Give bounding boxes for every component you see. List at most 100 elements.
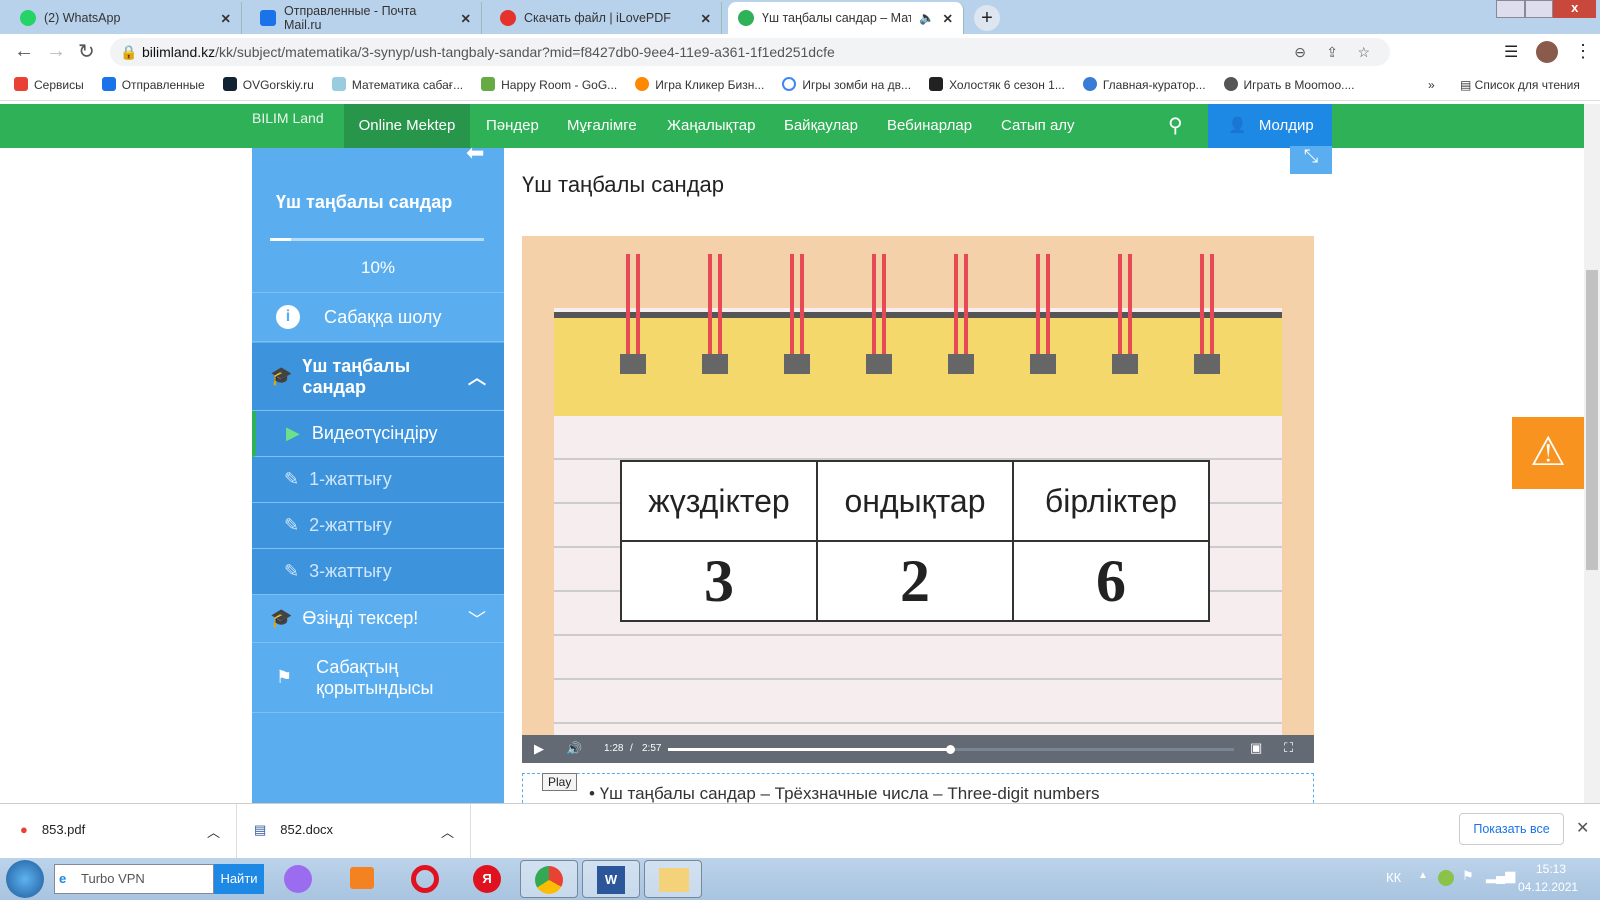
tray-app-icon[interactable] (1438, 870, 1454, 886)
close-icon[interactable]: ✕ (461, 11, 471, 26)
yandex-icon[interactable]: Я (458, 860, 516, 898)
sidebar-item-exercise-3[interactable]: ✎ 3-жаттығу (252, 549, 504, 595)
sidebar-item-exercise-2[interactable]: ✎ 2-жаттығу (252, 503, 504, 549)
clock-time[interactable]: 15:13 (1536, 862, 1566, 876)
network-icon[interactable]: ▂▄▆ (1486, 868, 1515, 884)
app-icon[interactable] (272, 860, 330, 898)
avatar[interactable] (1536, 40, 1558, 63)
language-indicator[interactable]: КК (1386, 870, 1401, 885)
nav-subjects[interactable]: Пәндер (486, 104, 539, 148)
bookmark[interactable]: Сервисы (14, 77, 84, 92)
close-window-button[interactable]: x (1553, 0, 1597, 18)
sidebar-item-summary[interactable]: ⚑ Сабақтың қорытындысы (252, 643, 504, 713)
url-input[interactable]: 🔒 bilimland.kz/kk/subject/matematika/3-sy… (110, 38, 1390, 66)
sidebar-item-self-check[interactable]: 🎓 Өзіңді тексер! ﹀ (252, 595, 504, 643)
new-tab-button[interactable]: + (974, 5, 1000, 31)
seek-bar[interactable] (668, 745, 1234, 754)
tab-bilimland[interactable]: Үш таңбалы сандар – Матем🔈✕ (728, 2, 964, 34)
graduation-cap-icon: 🎓 (270, 608, 293, 628)
back-icon[interactable]: ← (14, 40, 34, 63)
minimize-button[interactable] (1496, 0, 1525, 18)
bookmark[interactable]: Главная-куратор... (1082, 77, 1206, 92)
bookmark[interactable]: Холостяк 6 сезон 1... (929, 77, 1065, 92)
bookmark[interactable]: OVGorskiy.ru (222, 77, 314, 92)
search-button[interactable]: Найти (214, 864, 264, 894)
tab-ilovepdf[interactable]: Скачать файл | iLovePDF ✕ (490, 2, 722, 34)
nav-online-mektep[interactable]: Online Mektep (344, 104, 470, 148)
tab-mail[interactable]: Отправленные - Почта Mail.ru ✕ (250, 2, 482, 34)
seek-handle[interactable] (946, 745, 955, 754)
close-icon[interactable]: ✕ (1576, 818, 1589, 838)
site-icon (481, 77, 496, 91)
word-icon[interactable]: W (582, 860, 640, 898)
download-item[interactable]: ● 853.pdf ︿ (20, 822, 220, 841)
ring-clip (784, 354, 810, 374)
chevron-up-icon[interactable]: ︿ (441, 822, 454, 841)
start-button[interactable] (6, 860, 44, 898)
more-bookmarks-icon[interactable]: » (1428, 78, 1435, 92)
zoom-icon[interactable]: ⊖ (1294, 44, 1306, 61)
restore-button[interactable] (1524, 0, 1554, 18)
bookmark[interactable]: Играть в Moomoo.... (1223, 77, 1354, 92)
share-icon[interactable]: ⇪ (1326, 44, 1338, 61)
scrollbar[interactable] (1584, 104, 1600, 803)
menu-icon[interactable]: ⋮ (1574, 41, 1592, 62)
warning-icon[interactable]: ⚠ (1512, 417, 1584, 489)
logo[interactable]: BILIM Land (252, 110, 324, 142)
fullscreen-icon[interactable]: ⛶ (1284, 740, 1293, 756)
reading-list-button[interactable]: ▤ Список для чтения (1460, 78, 1580, 92)
sidebar-item-overview[interactable]: i Сабаққа шолу (252, 292, 504, 342)
reading-list-icon[interactable]: ☰ (1504, 42, 1518, 62)
play-button[interactable]: ▶ (534, 741, 544, 757)
show-all-button[interactable]: Показать все (1459, 813, 1564, 845)
close-icon[interactable]: ✕ (701, 11, 711, 26)
spiral-ring (626, 254, 640, 364)
nav-contests[interactable]: Байқаулар (784, 104, 858, 148)
chrome-icon[interactable] (520, 860, 578, 898)
media-player-icon[interactable] (334, 860, 392, 898)
nav-buy[interactable]: Сатып алу (1001, 104, 1075, 148)
explorer-icon[interactable] (644, 860, 702, 898)
nav-webinars[interactable]: Вебинарлар (887, 104, 972, 148)
opera-icon[interactable] (396, 860, 454, 898)
user-button[interactable]: 👤 Молдир (1208, 104, 1332, 148)
clock-date[interactable]: 04.12.2021 (1518, 880, 1578, 894)
edit-icon: ✎ (284, 469, 300, 489)
volume-icon[interactable]: 🔊 (566, 741, 582, 757)
tab-bar: (2) WhatsApp ✕ Отправленные - Почта Mail.… (0, 0, 1600, 34)
sidebar-item-lesson[interactable]: 🎓 Үш таңбалы сандар ︿ (252, 343, 504, 411)
downloads-bar: ● 853.pdf ︿ ▤ 852.docx ︿ Показать все ✕ (0, 803, 1600, 859)
bookmark[interactable]: Игра Кликер Бизн... (635, 77, 764, 92)
bookmark[interactable]: Математика сабағ... (331, 77, 463, 92)
fullscreen-exit-icon[interactable]: ⤡ (1290, 146, 1332, 174)
nav-news[interactable]: Жаңалықтар (667, 104, 755, 148)
sidebar-item-video[interactable]: ▶ Видеотүсіндіру (252, 411, 504, 457)
bookmark[interactable]: Отправленные (101, 77, 205, 92)
back-arrow-icon[interactable]: ⬅ (466, 140, 484, 166)
search-input[interactable]: e Turbo VPN (54, 864, 214, 894)
close-icon[interactable]: ✕ (221, 11, 231, 26)
tray-arrow-icon[interactable]: ▲ (1418, 870, 1428, 881)
speaker-icon[interactable]: 🔈 (919, 11, 935, 26)
sidebar-item-exercise-1[interactable]: ✎ 1-жаттығу (252, 457, 504, 503)
chevron-up-icon[interactable]: ︿ (207, 822, 220, 841)
flag-icon[interactable]: ⚑ (1462, 868, 1474, 884)
graduation-cap-icon: 🎓 (270, 366, 293, 386)
search-icon[interactable]: ⚲ (1168, 104, 1183, 148)
tab-whatsapp[interactable]: (2) WhatsApp ✕ (10, 2, 242, 34)
nav-teachers[interactable]: Мұғалімге (567, 104, 637, 148)
video-player[interactable]: жүздіктер ондықтар бірліктер 326 ▶ 🔊 1:28 … (522, 236, 1314, 763)
close-icon[interactable]: ✕ (943, 11, 953, 26)
reload-icon[interactable]: ↻ (78, 39, 95, 64)
download-item[interactable]: ▤ 852.docx ︿ (254, 822, 454, 841)
bookmark[interactable]: Игры зомби на дв... (782, 77, 911, 92)
bookmark[interactable]: Happy Room - GoG... (481, 77, 617, 92)
chrome-pdf-icon: ● (20, 822, 28, 837)
pip-icon[interactable]: ▣ (1250, 740, 1262, 756)
forward-icon[interactable]: → (46, 40, 66, 63)
caption-box: • Үш таңбалы сандар – Трёхзначные числа … (522, 773, 1314, 803)
spiral-ring (1036, 254, 1050, 364)
star-icon[interactable]: ☆ (1357, 44, 1370, 61)
notebook-top (554, 312, 1282, 416)
lock-icon: 🔒 (120, 43, 138, 60)
